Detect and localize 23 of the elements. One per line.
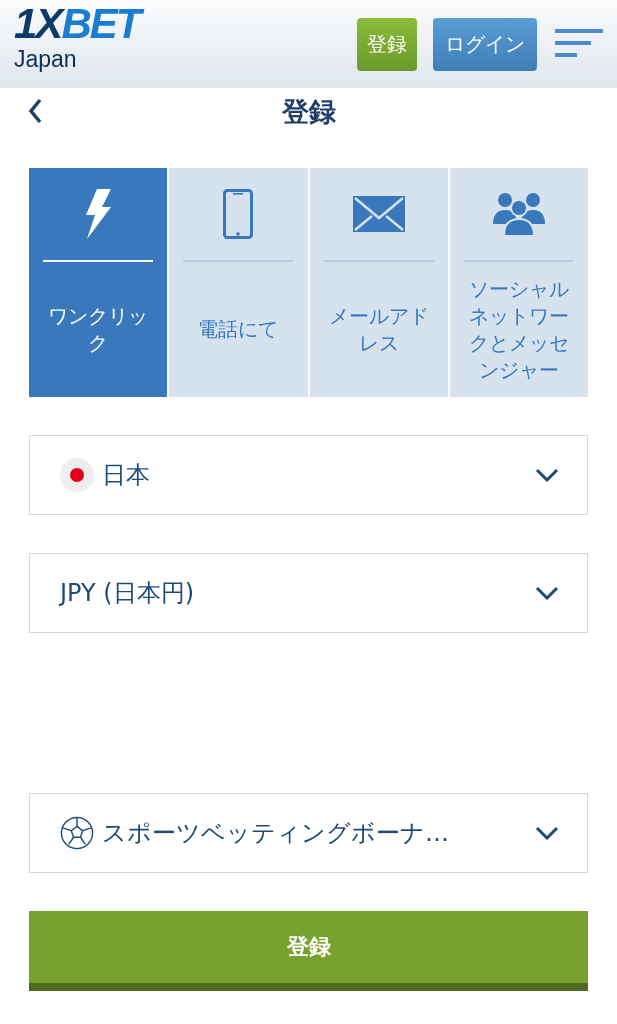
registration-tab[interactable]: 電話にて <box>169 168 308 397</box>
registration-tab[interactable]: ソーシャルネットワークとメッセンジャー <box>449 168 588 397</box>
region-label: Japan <box>14 46 78 72</box>
dropdown-field[interactable]: JPY (日本円) <box>29 553 588 633</box>
back-icon[interactable] <box>28 98 42 124</box>
chevron-down-icon <box>535 468 559 482</box>
bolt-icon <box>83 189 114 239</box>
chevron-down-icon <box>535 586 559 600</box>
people-icon <box>492 192 545 236</box>
dropdown-field[interactable]: 日本 <box>29 435 588 515</box>
phone-icon <box>223 189 254 239</box>
dropdown-field[interactable]: スポーツベッティングボーナ… <box>29 793 588 873</box>
chevron-down-icon <box>535 826 559 840</box>
page-title: 登録 <box>281 94 336 129</box>
register-submit-button[interactable]: 登録 <box>29 911 588 991</box>
menu-icon[interactable] <box>555 29 603 59</box>
register-button[interactable]: 登録 <box>357 17 417 71</box>
registration-tab[interactable]: メールアドレス <box>309 168 448 397</box>
registration-tab[interactable]: ワンクリック <box>29 168 168 397</box>
flag-icon <box>60 458 94 492</box>
login-button[interactable]: ログイン <box>433 17 537 71</box>
soccer-ball-icon <box>60 816 94 850</box>
envelope-icon <box>352 196 405 232</box>
